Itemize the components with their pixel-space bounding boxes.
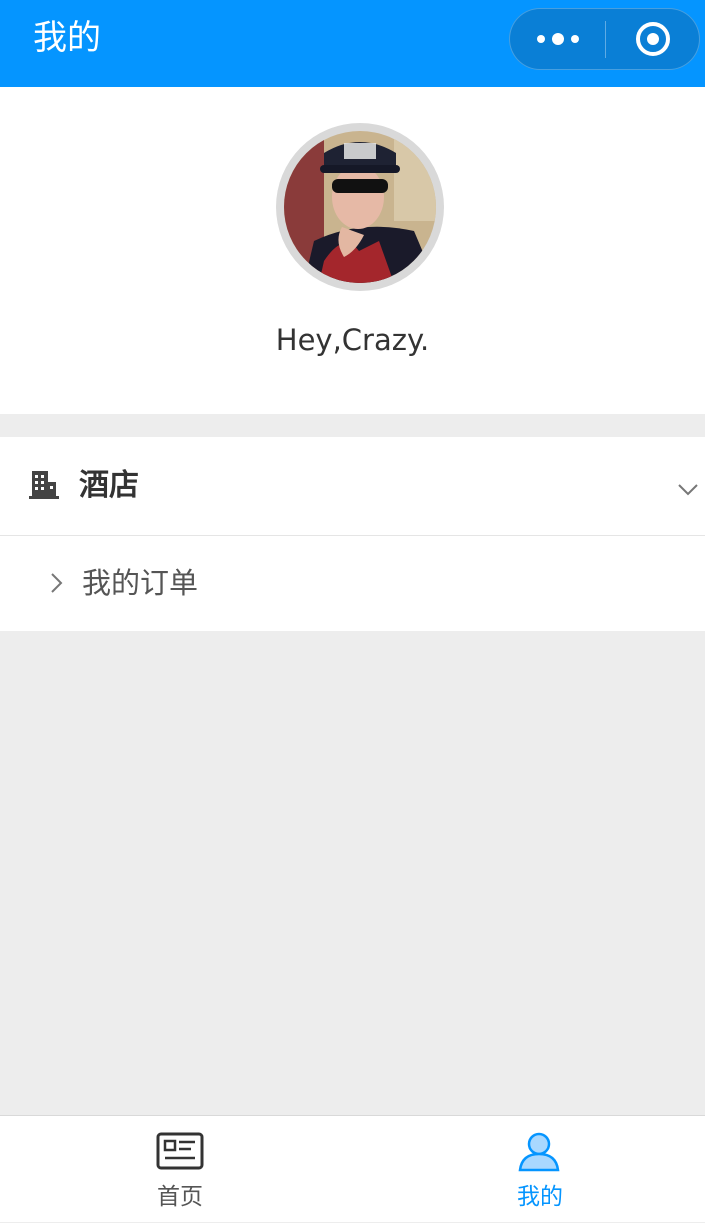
nav-bar: 我的: [0, 0, 705, 87]
hotel-section-label: 酒店: [79, 468, 139, 503]
tab-home-label: 首页: [157, 1184, 203, 1210]
building-icon: [29, 471, 59, 499]
profile-header: Hey,Crazy.: [0, 87, 705, 414]
tab-mine[interactable]: 我的: [364, 1116, 705, 1223]
close-button[interactable]: [606, 9, 700, 69]
avatar[interactable]: [276, 123, 444, 291]
my-orders-label: 我的订单: [82, 566, 199, 600]
tab-mine-label: 我的: [517, 1184, 563, 1210]
avatar-photo: [284, 131, 436, 283]
tab-home[interactable]: 首页: [4, 1116, 356, 1223]
nav-title: 我的: [33, 18, 101, 58]
user-icon: [518, 1132, 560, 1172]
chevron-right-icon: [51, 573, 63, 593]
more-button[interactable]: [510, 9, 605, 69]
news-card-icon: [156, 1132, 204, 1170]
chevron-down-icon: [678, 484, 698, 496]
my-orders-item[interactable]: 我的订单: [0, 536, 705, 631]
more-dots-icon-center: [551, 33, 564, 45]
tab-bar: 首页 我的: [0, 1115, 705, 1222]
menu-capsule: [509, 8, 700, 70]
hotel-section-header[interactable]: 酒店: [0, 437, 705, 536]
target-close-icon: [636, 22, 670, 56]
more-dots-icon: [536, 35, 545, 43]
more-dots-icon-right: [570, 35, 579, 43]
greeting-text: Hey,Crazy.: [275, 323, 430, 357]
